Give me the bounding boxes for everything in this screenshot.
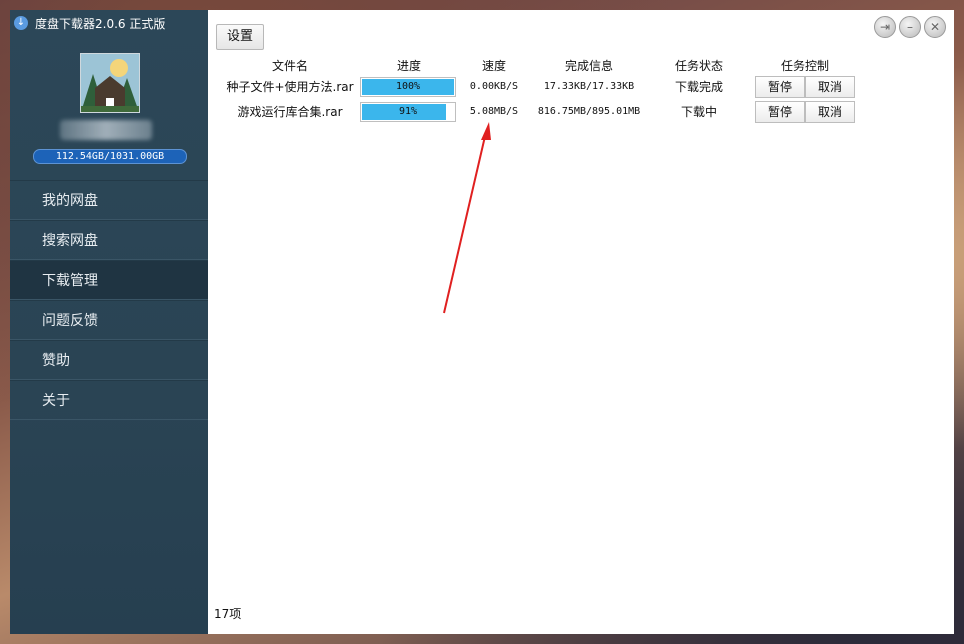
table-row: 游戏运行库合集.rar 91% 5.08MB/S 816.75MB/895.01… [220,99,860,124]
header-filename: 文件名 [271,58,308,73]
close-icon[interactable]: ✕ [924,16,946,38]
item-count: 17项 [214,607,242,621]
header-progress: 进度 [396,58,421,73]
done-info: 17.33KB/17.33KB [543,81,635,92]
sidebar-item-downloads[interactable]: 下载管理 [10,260,208,300]
download-icon: ↓ [14,16,28,30]
cancel-button[interactable]: 取消 [805,75,855,98]
sidebar-item-sponsor[interactable]: 赞助 [10,340,208,380]
done-info: 816.75MB/895.01MB [537,106,641,117]
progress-bar: 100% [360,76,456,97]
title-bar: ↓ 度盘下载器2.0.6 正式版 [14,12,165,34]
username-blurred [60,120,152,140]
file-name: 游戏运行库合集.rar [237,105,343,119]
sidebar-item-feedback[interactable]: 问题反馈 [10,300,208,340]
header-done-info: 完成信息 [564,58,613,73]
cancel-button[interactable]: 取消 [805,100,855,123]
file-name: 种子文件+使用方法.rar [226,80,354,94]
header-control: 任务控制 [780,58,829,73]
download-table: 文件名 进度 速度 完成信息 任务状态 任务控制 种子文件+使用方法.rar 1… [220,56,860,124]
app-title: 度盘下载器2.0.6 正式版 [35,16,166,31]
table-header: 文件名 进度 速度 完成信息 任务状态 任务控制 [220,56,860,74]
sidebar-item-my-disk[interactable]: 我的网盘 [10,180,208,220]
task-state: 下载完成 [674,80,723,94]
exit-icon[interactable]: ⇥ [874,16,896,38]
sidebar: ↓ 度盘下载器2.0.6 正式版 112.54GB/1031.00GB 我的网盘… [10,10,208,634]
progress-label: 100% [395,80,421,92]
header-state: 任务状态 [674,58,723,73]
settings-button[interactable]: 设置 [216,24,264,50]
speed: 0.00KB/S [469,81,519,92]
sidebar-nav: 我的网盘 搜索网盘 下载管理 问题反馈 赞助 关于 [10,180,208,420]
header-speed: 速度 [481,58,506,73]
speed: 5.08MB/S [469,106,519,117]
avatar[interactable] [80,53,140,113]
progress-bar: 91% [360,101,456,122]
table-row: 种子文件+使用方法.rar 100% 0.00KB/S 17.33KB/17.3… [220,74,860,99]
progress-label: 91% [398,105,418,117]
sidebar-item-about[interactable]: 关于 [10,380,208,420]
main-panel: 设置 ⇥ – ✕ 文件名 进度 速度 完成信息 任务状态 任务控制 种子文件+使… [208,10,954,634]
minimize-icon[interactable]: – [899,16,921,38]
sidebar-item-search[interactable]: 搜索网盘 [10,220,208,260]
storage-quota-bar: 112.54GB/1031.00GB [33,149,187,164]
pause-button[interactable]: 暂停 [755,100,805,123]
task-state: 下载中 [680,105,717,119]
pause-button[interactable]: 暂停 [755,75,805,98]
window-controls: ⇥ – ✕ [874,16,946,38]
